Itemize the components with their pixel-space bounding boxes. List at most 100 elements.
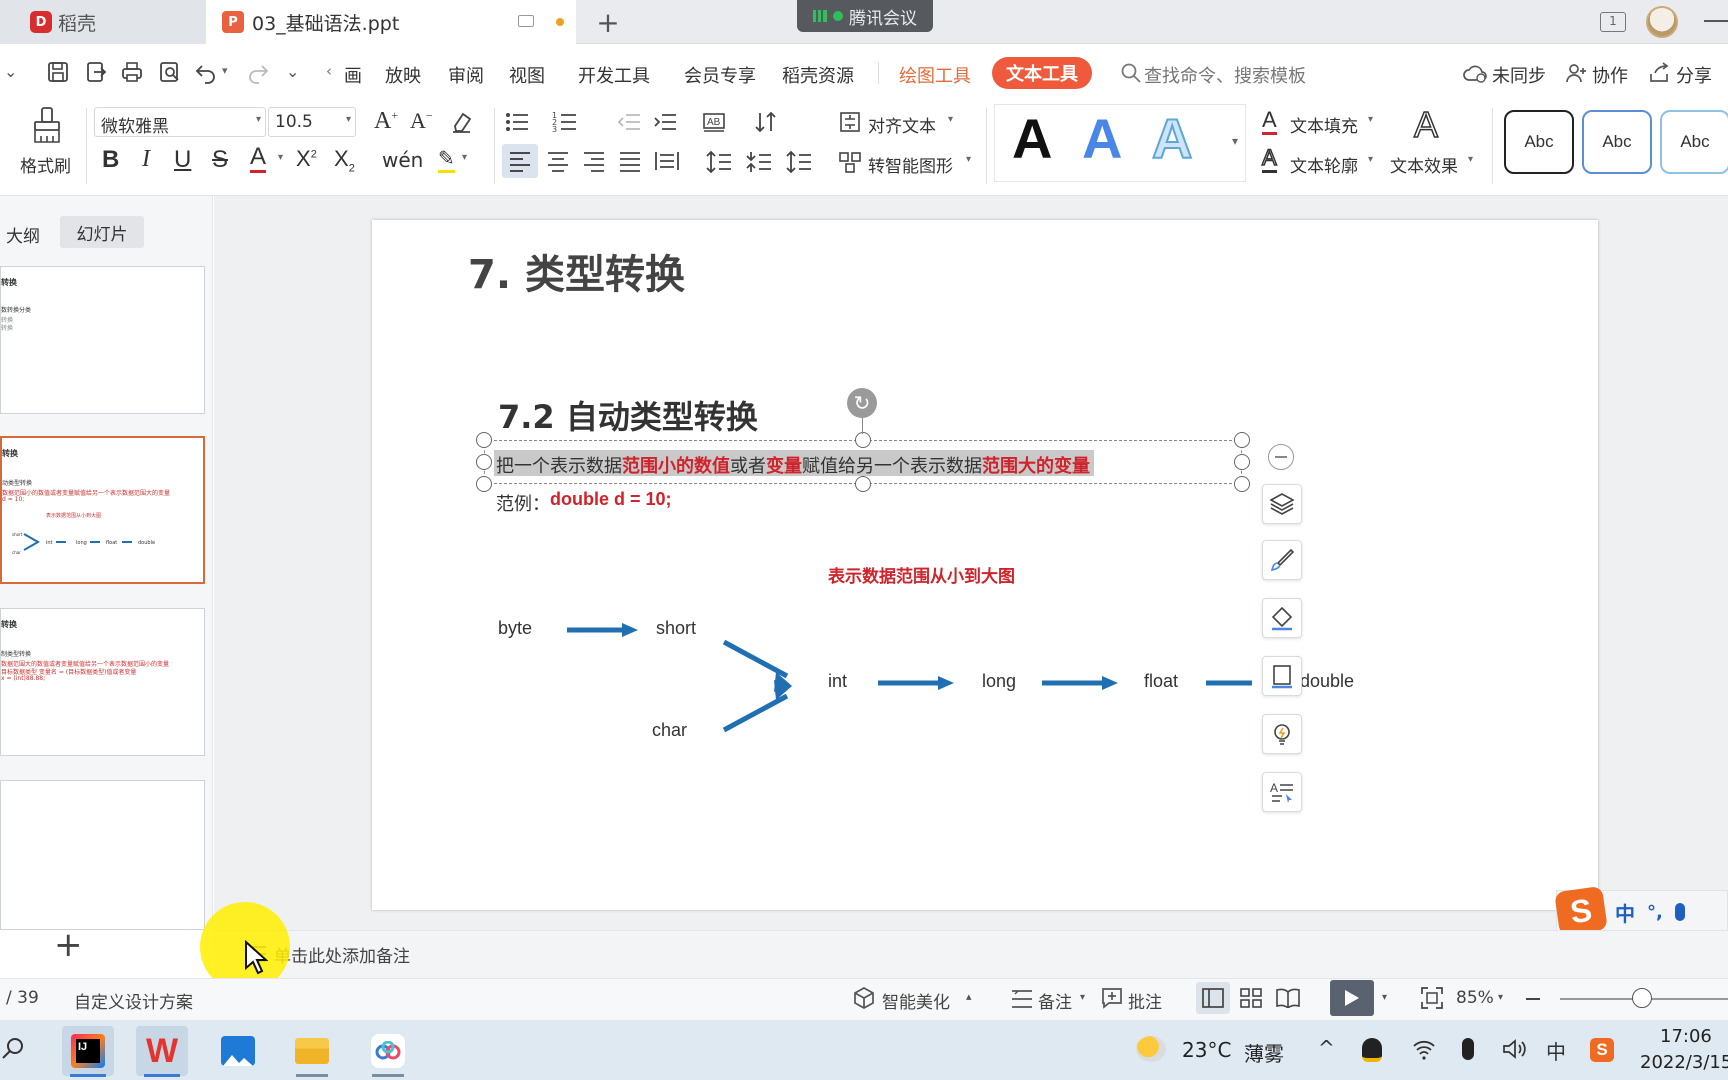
text-fill-dropdown-icon[interactable]: ▾ xyxy=(1368,114,1373,125)
collaborate-icon[interactable] xyxy=(1565,62,1587,84)
text-outline-dropdown-icon[interactable]: ▾ xyxy=(1368,154,1373,165)
layers-icon[interactable] xyxy=(1262,484,1302,524)
phonetic-guide-icon[interactable]: wén xyxy=(382,148,423,172)
menu-tab-view[interactable]: 视图 xyxy=(509,62,545,88)
shape-style-black[interactable]: Abc xyxy=(1504,110,1574,174)
gallery-expand-icon[interactable]: ▾ xyxy=(1232,134,1238,148)
weather-desc[interactable]: 薄雾 xyxy=(1244,1038,1284,1067)
screen-cast-icon[interactable] xyxy=(518,15,534,27)
save-icon[interactable] xyxy=(46,60,70,84)
tencent-meeting-bar[interactable]: 腾讯会议 xyxy=(797,0,933,32)
avatar[interactable] xyxy=(1646,6,1678,38)
taskbar-intellij-icon[interactable]: IJ xyxy=(62,1026,114,1076)
ime-mode-label[interactable]: 中 xyxy=(1615,898,1635,927)
play-slideshow-button[interactable] xyxy=(1330,980,1374,1016)
increase-indent-icon[interactable] xyxy=(652,110,678,134)
smart-art-button[interactable]: 转智能图形 xyxy=(868,152,953,177)
zoom-slider-thumb[interactable] xyxy=(1632,988,1652,1008)
redo-icon[interactable] xyxy=(246,60,270,84)
italic-icon[interactable]: I xyxy=(142,146,150,173)
notes-toggle-button[interactable]: 备注 xyxy=(1038,988,1072,1013)
decrease-indent-icon[interactable] xyxy=(616,110,642,134)
comment-button[interactable]: 批注 xyxy=(1128,988,1162,1013)
align-right-icon[interactable] xyxy=(582,150,606,172)
taskbar-explorer-icon[interactable] xyxy=(286,1026,338,1076)
smart-art-icon[interactable] xyxy=(838,150,862,174)
weather-temp[interactable]: 23°C xyxy=(1182,1038,1231,1062)
taskbar-search-icon[interactable] xyxy=(0,1036,26,1062)
text-effect-dropdown-icon[interactable]: ▾ xyxy=(1468,154,1473,165)
text-select-icon[interactable]: A xyxy=(1262,772,1302,812)
smart-beautify-icon[interactable] xyxy=(852,986,876,1010)
share-icon[interactable] xyxy=(1648,62,1670,84)
align-left-icon[interactable] xyxy=(502,144,538,178)
qq-icon[interactable] xyxy=(1362,1038,1382,1062)
beautify-dropdown-icon[interactable]: ▴ xyxy=(966,990,972,1003)
line-spacing-icon[interactable] xyxy=(706,150,732,174)
slide-sorter-icon[interactable] xyxy=(1240,988,1262,1008)
notes-dropdown-icon[interactable]: ▾ xyxy=(1080,992,1085,1003)
menu-tab-member[interactable]: 会员专享 xyxy=(684,62,756,88)
minimize-icon[interactable] xyxy=(1704,20,1728,22)
underline-icon[interactable]: U xyxy=(174,146,191,174)
taskbar-wps-icon[interactable]: W xyxy=(136,1026,188,1076)
type-byte[interactable]: byte xyxy=(498,618,532,639)
zoom-dropdown-icon[interactable]: ▾ xyxy=(1498,992,1503,1003)
slide[interactable]: 7. 类型转换 7.2 自动类型转换 把一个表示数据范围小的数值或者变量赋值给另… xyxy=(372,220,1598,910)
text-style-blue[interactable]: A xyxy=(1082,106,1122,171)
collaborate-button[interactable]: 协作 xyxy=(1592,62,1628,88)
ime-indicator[interactable]: 中 xyxy=(1546,1036,1566,1065)
tab-slides[interactable]: 幻灯片 xyxy=(60,216,144,248)
type-short[interactable]: short xyxy=(656,618,696,639)
cloud-sync-icon[interactable] xyxy=(1462,62,1488,84)
tab-document[interactable]: P 03_基础语法.ppt xyxy=(206,0,576,44)
undo-icon[interactable] xyxy=(194,60,218,84)
zoom-level[interactable]: 85% xyxy=(1456,988,1494,1008)
justify-icon[interactable] xyxy=(618,150,642,172)
print-preview-icon[interactable] xyxy=(158,60,182,84)
shape-style-lightblue[interactable]: Abc xyxy=(1660,110,1728,174)
smart-beautify-button[interactable]: 智能美化 xyxy=(882,988,950,1013)
taskbar-photos-icon[interactable] xyxy=(212,1026,264,1076)
brush-style-icon[interactable] xyxy=(1262,540,1302,580)
sogou-tray-icon[interactable]: S xyxy=(1590,1038,1614,1062)
text-direction-icon[interactable]: AB xyxy=(702,110,726,134)
tab-outline[interactable]: 大纲 xyxy=(6,222,40,247)
ime-floating-bar[interactable]: S 中 °, xyxy=(1554,885,1728,937)
text-outline-icon[interactable]: A xyxy=(1261,145,1277,173)
strikethrough-icon[interactable]: S xyxy=(212,146,228,174)
volume-icon[interactable] xyxy=(1502,1038,1528,1060)
smart-suggestion-icon[interactable] xyxy=(1262,714,1302,754)
microphone-tray-icon[interactable] xyxy=(1462,1038,1474,1060)
superscript-icon[interactable]: X2 xyxy=(296,146,317,172)
text-effect-icon[interactable]: A xyxy=(1413,103,1439,146)
menu-tab-developer[interactable]: 开发工具 xyxy=(578,62,650,88)
shape-outline-icon[interactable] xyxy=(1262,656,1302,696)
print-icon[interactable] xyxy=(120,60,144,84)
normal-view-icon[interactable] xyxy=(1196,982,1230,1014)
clock-time[interactable]: 17:06 xyxy=(1660,1026,1712,1047)
new-tab-plus-icon[interactable]: + xyxy=(594,6,622,39)
fit-window-icon[interactable] xyxy=(1420,986,1444,1010)
zoom-out-icon[interactable] xyxy=(1526,998,1540,1000)
play-dropdown-icon[interactable]: ▾ xyxy=(1382,992,1387,1003)
font-size-select[interactable]: 10.5 ▾ xyxy=(268,107,356,137)
menu-tab-text-tools[interactable]: 文本工具 xyxy=(992,57,1092,89)
notes-toggle-icon[interactable] xyxy=(1010,988,1034,1010)
microphone-icon[interactable] xyxy=(1674,903,1685,921)
punctuation-icon[interactable]: °, xyxy=(1647,902,1663,923)
align-text-dropdown-icon[interactable]: ▾ xyxy=(948,114,953,125)
notes-pane[interactable] xyxy=(214,930,1728,978)
page-indicator[interactable]: / 39 xyxy=(6,988,39,1008)
slide-thumbnail[interactable] xyxy=(0,780,205,930)
command-search-input[interactable]: 查找命令、搜索模板 xyxy=(1144,62,1306,88)
menu-tab-docer[interactable]: 稻壳资源 xyxy=(782,62,854,88)
add-slide-plus-icon[interactable]: + xyxy=(54,928,83,962)
type-long[interactable]: long xyxy=(982,671,1016,692)
tray-chevron-up-icon[interactable]: ^ xyxy=(1318,1036,1335,1060)
text-style-outline[interactable]: A xyxy=(1151,106,1193,171)
font-color-icon[interactable]: A xyxy=(250,144,267,173)
menu-tab-drawing-tools[interactable]: 绘图工具 xyxy=(899,62,971,88)
taskbar-baidu-netdisk-icon[interactable] xyxy=(362,1026,414,1076)
sort-icon[interactable] xyxy=(754,110,778,134)
